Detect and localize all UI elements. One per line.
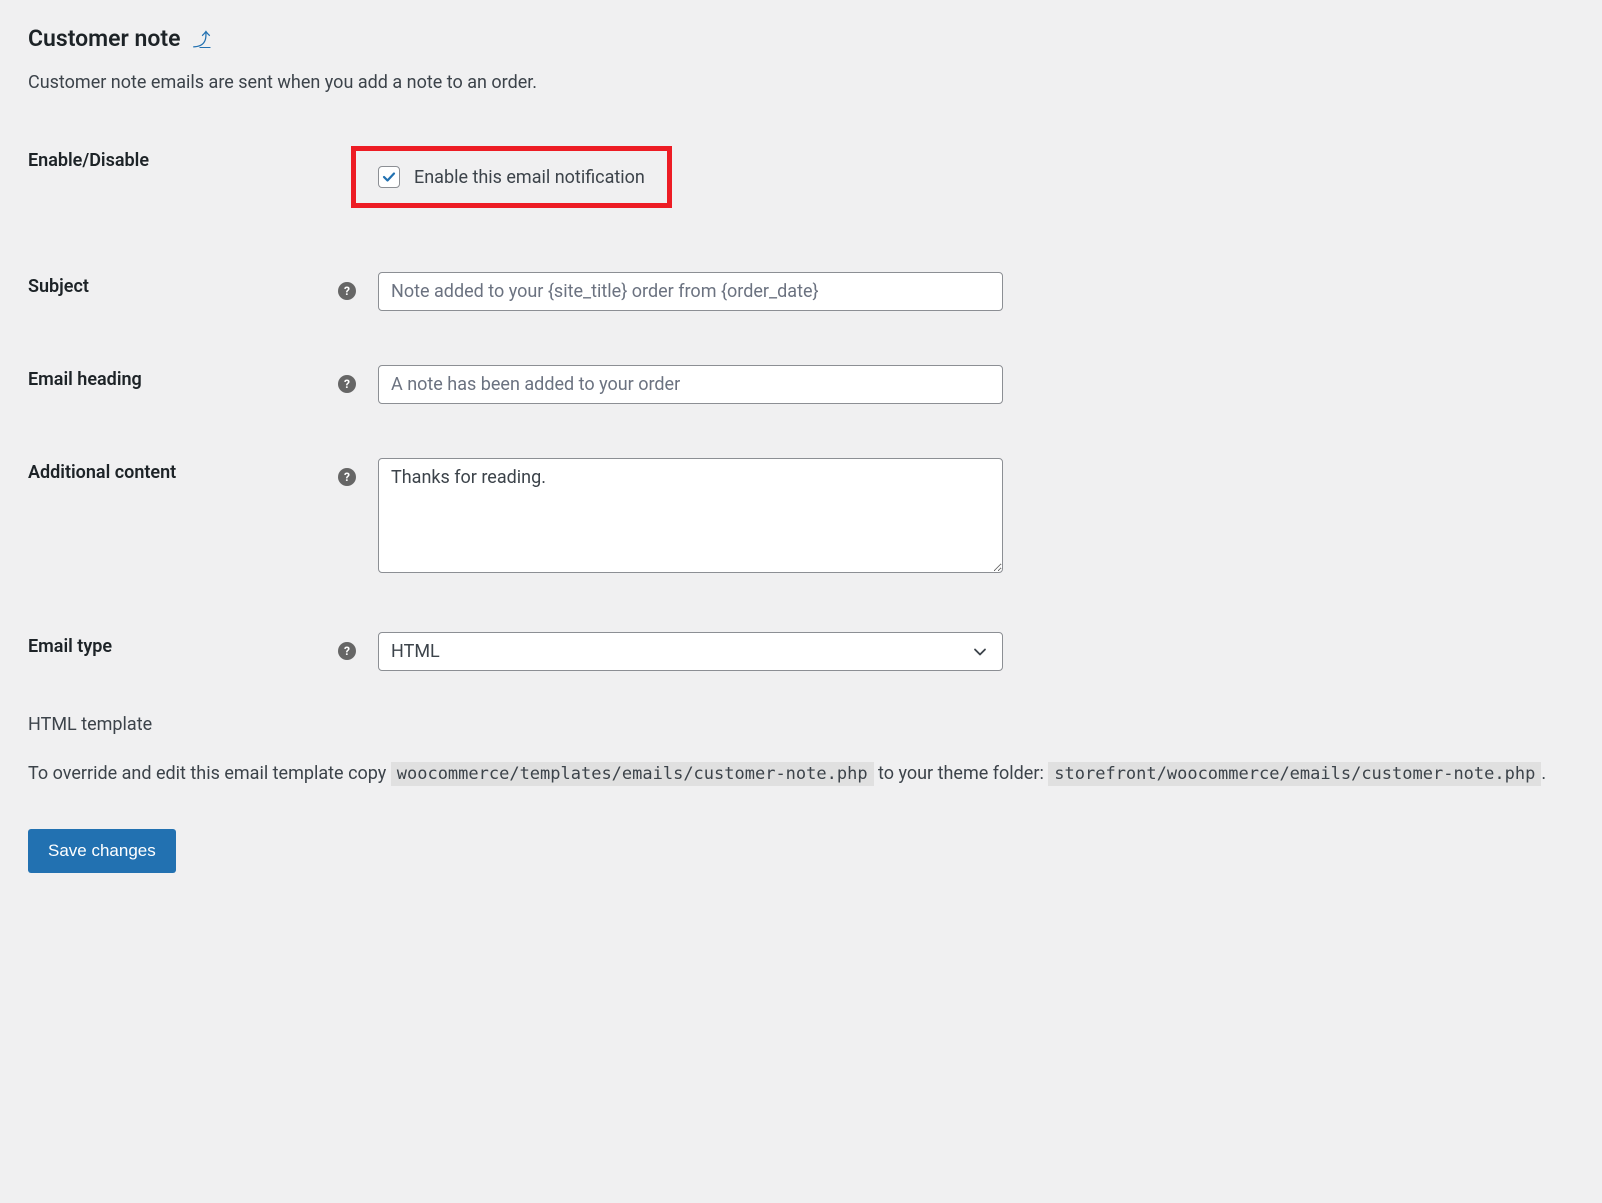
template-override-text: To override and edit this email template… [28,760,1574,789]
email-type-select[interactable]: HTML [378,632,1003,671]
email-heading-label: Email heading [28,357,338,412]
subject-label: Subject [28,264,338,319]
email-type-label: Email type [28,624,338,679]
help-icon[interactable]: ? [338,282,356,300]
template-dest-path: storefront/woocommerce/emails/customer-n… [1048,762,1541,786]
settings-form-table: Enable/Disable Enable this email notific… [28,138,1574,679]
subject-input[interactable] [378,272,1003,311]
template-source-path: woocommerce/templates/emails/customer-no… [391,762,874,786]
html-template-heading: HTML template [28,714,1574,735]
help-icon[interactable]: ? [338,642,356,660]
enable-checkbox-label[interactable]: Enable this email notification [414,167,645,188]
checkmark-icon [381,169,397,185]
email-type-select-wrapper: HTML [378,632,1003,671]
back-icon: ⤴ [192,30,210,51]
save-button[interactable]: Save changes [28,829,176,873]
page-title-text: Customer note [28,25,180,52]
additional-content-label: Additional content [28,450,338,586]
page-title: Customer note ⤴ [28,25,1574,52]
back-link[interactable]: ⤴ [192,26,210,52]
help-icon[interactable]: ? [338,375,356,393]
additional-content-textarea[interactable] [378,458,1003,573]
help-icon[interactable]: ? [338,468,356,486]
enable-highlight-box: Enable this email notification [351,146,672,208]
page-description: Customer note emails are sent when you a… [28,72,1574,93]
enable-checkbox[interactable] [378,166,400,188]
email-heading-input[interactable] [378,365,1003,404]
enable-label: Enable/Disable [28,138,338,226]
